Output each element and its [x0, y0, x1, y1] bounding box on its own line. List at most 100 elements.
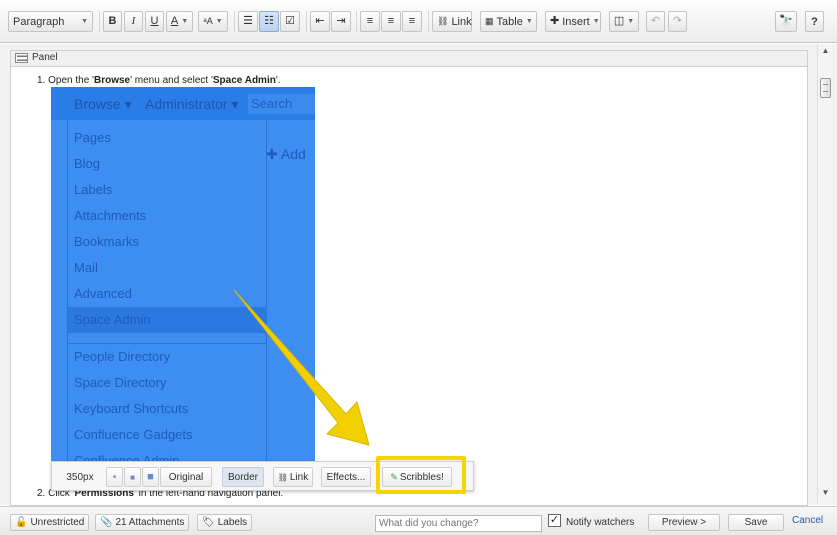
embedded-screenshot-image[interactable]: Browse ▾ Administrator ▾ Search Pages Bl… — [51, 87, 315, 471]
undo-icon: ↶ — [650, 15, 661, 27]
outdent-button[interactable]: ⇤ — [310, 11, 330, 32]
paperclip-icon: 📎 — [100, 517, 113, 528]
size-small-button[interactable]: ■ — [106, 467, 123, 487]
screenshot-menu-item: Labels — [74, 182, 113, 197]
redo-icon: ↷ — [672, 15, 683, 27]
table-button[interactable]: ▦ Table ▼ — [480, 11, 537, 32]
screenshot-add-button: ✚ Add — [266, 146, 306, 162]
more-formatting-button[interactable]: ᵃA ▼ — [198, 11, 228, 32]
numbered-list-button[interactable]: ☷ — [259, 11, 279, 32]
border-toggle-button[interactable]: Border — [222, 467, 264, 487]
original-size-button[interactable]: Original — [160, 467, 212, 487]
underline-icon: U — [150, 15, 159, 27]
task-list-icon: ☑ — [285, 15, 295, 27]
bold-button[interactable]: B — [103, 11, 122, 32]
effects-button[interactable]: Effects... — [321, 467, 371, 487]
undo-button[interactable]: ↶ — [646, 11, 665, 32]
toolbar-divider — [99, 11, 100, 32]
italic-icon: I — [131, 15, 136, 27]
help-button[interactable]: ? — [805, 11, 824, 32]
notify-watchers-label: Notify watchers — [566, 517, 635, 528]
cancel-link[interactable]: Cancel — [792, 515, 823, 526]
preview-button[interactable]: Preview > — [648, 514, 720, 531]
text-color-icon: A — [170, 15, 179, 27]
align-right-icon: ≡ — [408, 15, 416, 27]
insert-button-label: Insert — [562, 15, 590, 28]
image-size-label: 350px — [66, 471, 94, 483]
text-color-button[interactable]: A ▼ — [166, 11, 193, 32]
link-icon: ⛓ — [277, 472, 288, 482]
binoculars-icon: 🔭 — [779, 15, 793, 27]
step-number: 1. — [37, 75, 46, 86]
change-comment-input[interactable] — [375, 515, 542, 532]
restrictions-button[interactable]: 🔓 Unrestricted — [10, 514, 90, 531]
table-icon: ▦ — [485, 16, 494, 26]
step-text: Open the ' — [48, 75, 94, 86]
indent-button[interactable]: ⇥ — [331, 11, 351, 32]
table-button-label: Table — [496, 15, 523, 28]
align-center-button[interactable]: ≡ — [381, 11, 401, 32]
size-medium-button[interactable]: ■ — [124, 467, 141, 487]
restrictions-label: Unrestricted — [30, 517, 85, 528]
font-size-icon: ᵃA — [203, 16, 213, 26]
tag-icon: 🏷 — [202, 517, 215, 528]
chevron-down-icon: ▼ — [181, 18, 189, 25]
chevron-down-icon: ▼ — [215, 18, 223, 25]
vertical-scrollbar[interactable]: ▲ ▼ — [817, 44, 833, 504]
plus-icon: ✚ — [550, 15, 560, 27]
bullet-list-icon: ☰ — [243, 15, 253, 27]
chevron-down-icon: ▼ — [81, 18, 88, 25]
paragraph-style-label: Paragraph — [13, 15, 65, 28]
bullet-list-button[interactable]: ☰ — [238, 11, 258, 32]
screenshot-menu-item: Bookmarks — [74, 234, 140, 249]
screenshot-admin-menu: Administrator ▾ — [145, 96, 239, 112]
insert-button[interactable]: ✚ Insert ▼ — [545, 11, 601, 32]
toolbar-divider — [234, 11, 235, 32]
screenshot-menu-item: Blog — [74, 156, 101, 171]
chevron-down-icon: ▼ — [592, 18, 600, 25]
step-text: '. — [275, 75, 281, 86]
save-button[interactable]: Save — [728, 514, 784, 531]
panel-icon: ▬▬ ▬▬ — [15, 53, 28, 63]
scroll-down-arrow-icon[interactable]: ▼ — [818, 488, 833, 502]
screenshot-menu-item: Attachments — [74, 208, 147, 223]
screenshot-menu-bar: Browse ▾ Administrator ▾ Search — [51, 87, 315, 120]
unlock-icon: 🔓 — [15, 517, 28, 528]
step-number: 2. — [37, 488, 46, 499]
screenshot-menu-item: Pages — [74, 130, 111, 145]
attachments-label: 21 Attachments — [115, 517, 185, 528]
screenshot-menu-item: Space Admin — [74, 312, 151, 327]
attachments-button[interactable]: 📎 21 Attachments — [95, 514, 190, 531]
scrollbar-thumb[interactable] — [820, 78, 831, 98]
italic-button[interactable]: I — [124, 11, 143, 32]
editor-toolbar: Paragraph ▼ B I U A ▼ ᵃA ▼ ☰ ☷ ☑ ⇤ ⇥ ≡ ≡ ≡… — [0, 0, 837, 43]
page-layout-button[interactable]: ◫ ▼ — [609, 11, 639, 32]
task-list-button[interactable]: ☑ — [280, 11, 300, 32]
link-button[interactable]: ⛓ Link — [432, 11, 472, 32]
underline-button[interactable]: U — [145, 11, 164, 32]
redo-button[interactable]: ↷ — [668, 11, 687, 32]
align-center-icon: ≡ — [387, 15, 395, 27]
labels-button[interactable]: 🏷 Labels — [197, 514, 253, 531]
image-link-button[interactable]: ⛓ Link — [273, 467, 313, 487]
screenshot-menu-item: Space Directory — [74, 375, 167, 390]
step-bold-text: Browse — [93, 75, 131, 86]
screenshot-menu-divider — [68, 343, 267, 344]
medium-size-icon: ■ — [130, 472, 135, 482]
screenshot-search-box: Search — [248, 94, 315, 114]
outdent-icon: ⇤ — [315, 15, 325, 27]
indent-icon: ⇥ — [336, 15, 346, 27]
find-replace-button[interactable]: 🔭 — [775, 11, 797, 32]
labels-label: Labels — [217, 517, 248, 528]
align-left-button[interactable]: ≡ — [360, 11, 380, 32]
chevron-down-icon: ▼ — [525, 18, 533, 25]
notify-watchers-checkbox[interactable]: ✓ — [548, 514, 561, 527]
bold-icon: B — [108, 15, 117, 27]
align-left-icon: ≡ — [366, 15, 374, 27]
layout-icon: ◫ — [613, 15, 625, 27]
list-item-step-1[interactable]: 1. Open the 'Browse' menu and select 'Sp… — [37, 75, 281, 86]
scroll-up-arrow-icon[interactable]: ▲ — [818, 46, 833, 60]
align-right-button[interactable]: ≡ — [402, 11, 422, 32]
size-large-button[interactable]: ■ — [142, 467, 159, 487]
paragraph-style-dropdown[interactable]: Paragraph ▼ — [8, 11, 93, 32]
